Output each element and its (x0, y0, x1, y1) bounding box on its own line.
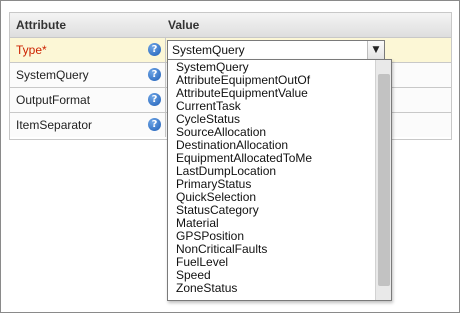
help-icon[interactable]: ? (148, 118, 161, 131)
grid-header: Attribute Value (10, 13, 451, 38)
help-icon[interactable]: ? (148, 68, 161, 81)
scrollbar-thumb[interactable] (378, 74, 390, 286)
attribute-label-itemseparator: ItemSeparator (16, 118, 93, 132)
type-dropdown-list[interactable]: SystemQuery AttributeEquipmentOutOf Attr… (167, 59, 392, 301)
dropdown-scrollbar[interactable] (375, 60, 391, 300)
dropdown-option[interactable]: ZoneStatus (176, 282, 237, 295)
attribute-label-outputformat: OutputFormat (16, 93, 91, 107)
chevron-down-icon[interactable]: ▼ (367, 41, 384, 59)
attribute-cell: Type* ? (10, 38, 166, 62)
attribute-label-type: Type* (16, 43, 47, 57)
help-icon[interactable]: ? (148, 43, 161, 56)
value-column-header: Value (168, 18, 200, 32)
attribute-cell: OutputFormat ? (10, 88, 166, 112)
attribute-column-header: Attribute (16, 18, 66, 32)
help-icon[interactable]: ? (148, 93, 161, 106)
attribute-label-systemquery: SystemQuery (16, 68, 89, 82)
type-select[interactable]: SystemQuery ▼ (167, 40, 385, 60)
attribute-cell: ItemSeparator ? (10, 113, 166, 137)
attribute-cell: SystemQuery ? (10, 63, 166, 87)
type-select-value: SystemQuery (172, 43, 245, 57)
